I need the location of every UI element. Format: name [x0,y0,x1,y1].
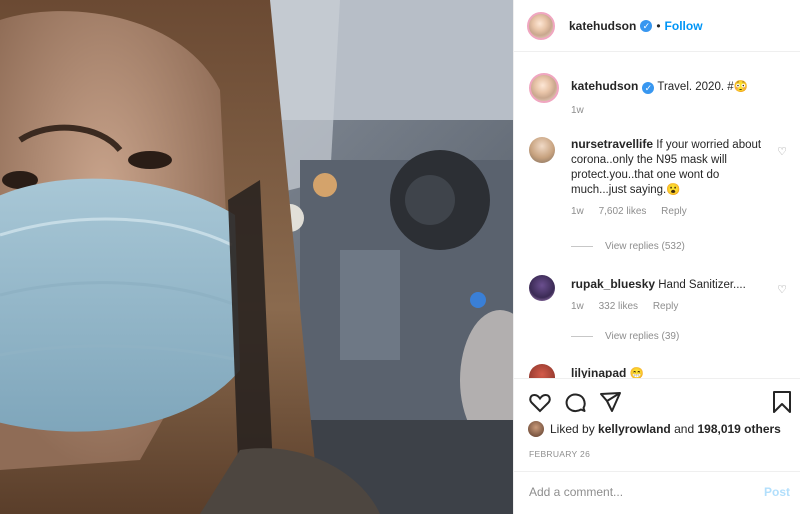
comment-username[interactable]: rupak_bluesky [571,277,655,291]
comment-like-icon[interactable]: ♡ [777,145,787,158]
follow-button[interactable]: Follow [665,19,703,33]
author-username[interactable]: katehudson [569,19,636,33]
comments-list[interactable]: katehudson ✓ Travel. 2020. #😳 1w nursetra… [514,53,800,378]
comment-likes[interactable]: 7,602 likes [599,206,647,217]
caption-item: katehudson ✓ Travel. 2020. #😳 1w [529,73,789,118]
replies-line [571,336,593,337]
view-replies-label: View replies (39) [605,331,680,342]
likes-summary: Liked by kellyrowland and 198,019 others [528,421,781,437]
comment-username[interactable]: lilyinapad [571,366,626,378]
comment-input[interactable]: Add a comment... [529,485,623,499]
reply-button[interactable]: Reply [653,301,679,312]
instagram-post: katehudson ✓ • Follow katehudson ✓ Travel… [0,0,800,514]
reply-button[interactable]: Reply [661,206,687,217]
liker-avatar[interactable] [528,421,544,437]
post-date: FEBRUARY 26 [529,449,591,459]
view-replies-button[interactable]: View replies (532) [571,241,685,252]
post-side-panel: katehudson ✓ • Follow katehudson ✓ Travel… [513,0,800,514]
caption-username[interactable]: katehudson [571,79,638,93]
post-button[interactable]: Post [764,485,790,499]
replies-line [571,246,593,247]
verified-badge-icon: ✓ [640,19,653,32]
liked-by-others[interactable]: 198,019 others [697,422,780,436]
post-actions: Liked by kellyrowland and 198,019 others… [514,378,800,515]
caption-avatar[interactable] [529,73,559,103]
header-separator: • [656,18,661,33]
comment-avatar[interactable] [529,364,555,378]
post-header: katehudson ✓ • Follow [514,0,800,52]
comment-item: rupak_bluesky Hand Sanitizer.... 1w 332 … [529,275,789,314]
view-replies-button[interactable]: View replies (39) [571,331,679,342]
post-photo[interactable] [0,0,513,514]
comment-text: 😁 [629,368,644,378]
bookmark-icon[interactable] [770,390,794,414]
liked-by-prefix: Liked by [550,422,595,436]
add-comment-bar: Add a comment... Post [514,471,800,515]
share-icon[interactable] [598,390,622,414]
view-replies-label: View replies (532) [605,241,685,252]
selfie-image [0,0,513,514]
comment-username[interactable]: nursetravellife [571,137,653,151]
comment-age: 1w [571,301,584,312]
comment-like-icon[interactable]: ♡ [777,283,787,296]
comment-text: Hand Sanitizer.... [658,279,746,291]
comment-avatar[interactable] [529,137,555,163]
caption-age: 1w [571,105,584,116]
comment-age: 1w [571,206,584,217]
comment-likes[interactable]: 332 likes [599,301,638,312]
liked-by-user[interactable]: kellyrowland [598,422,671,436]
comment-item: nursetravellife If your worried about co… [529,137,789,219]
author-avatar[interactable] [527,11,555,40]
comment-item: lilyinapad 😁 [529,364,789,378]
liked-by-and: and [674,422,695,436]
heart-icon[interactable] [528,390,552,414]
comment-icon[interactable] [563,390,587,414]
caption-text: Travel. 2020. #😳 [657,81,748,93]
verified-badge-icon: ✓ [642,82,655,94]
comment-avatar[interactable] [529,275,555,301]
